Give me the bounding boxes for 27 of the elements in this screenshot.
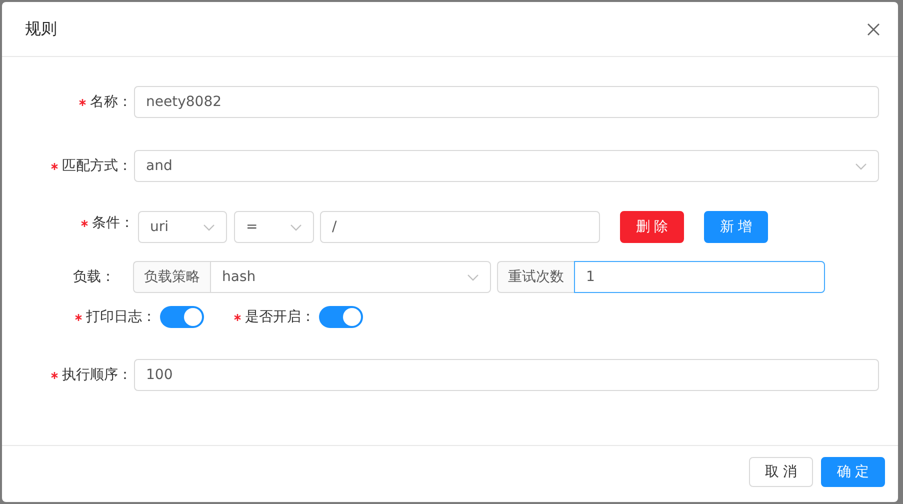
switch-label: 打印日志： xyxy=(86,308,156,326)
strategy-select[interactable]: hash xyxy=(210,261,491,293)
dialog-title: 规则 xyxy=(25,18,57,40)
operator-select[interactable]: = xyxy=(234,211,314,243)
delete-button[interactable]: 删 除 xyxy=(620,211,684,243)
order-input[interactable]: 100 xyxy=(134,359,879,391)
strategy-addon: 负载策略 xyxy=(133,261,210,293)
match-select[interactable]: and xyxy=(134,150,879,182)
chevron-down-icon xyxy=(467,274,479,280)
chevron-down-icon xyxy=(290,224,302,230)
retry-input[interactable]: 1 xyxy=(574,261,825,293)
retry-addon: 重试次数 xyxy=(497,261,574,293)
field-label: 名称： xyxy=(90,93,132,111)
name-input[interactable]: neety8082 xyxy=(134,86,879,118)
chevron-down-icon xyxy=(855,162,867,170)
key-select[interactable]: uri xyxy=(138,211,227,243)
chevron-down-icon xyxy=(203,224,215,230)
path-input[interactable]: / xyxy=(320,211,600,243)
close-icon[interactable] xyxy=(867,22,880,36)
field-label: 匹配方式： xyxy=(62,157,132,175)
cancel-button[interactable]: 取 消 xyxy=(749,457,813,487)
field-label: 条件： xyxy=(92,214,134,232)
toggle-switch[interactable] xyxy=(319,306,363,328)
field-label: 执行顺序： xyxy=(62,366,132,384)
field-label: 负载： xyxy=(73,268,115,286)
toggle-switch[interactable] xyxy=(160,306,204,328)
switch-label: 是否开启： xyxy=(245,308,315,326)
